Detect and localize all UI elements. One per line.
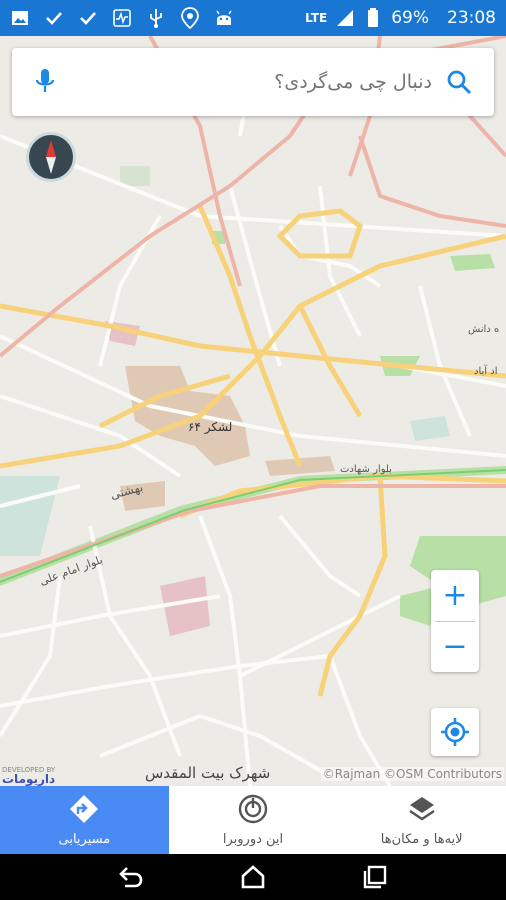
status-bar: LTE 69% 23:08 bbox=[0, 0, 506, 36]
check-icon bbox=[44, 8, 64, 28]
nav-nearby[interactable]: این دوروبرا bbox=[169, 786, 338, 854]
home-icon[interactable] bbox=[240, 864, 266, 890]
nearby-icon bbox=[238, 794, 268, 824]
system-nav-bar bbox=[0, 854, 506, 900]
search-bar[interactable]: دنبال چی می‌گردی؟ bbox=[12, 48, 494, 116]
notification-icons bbox=[10, 7, 305, 29]
mic-icon[interactable] bbox=[34, 68, 56, 96]
compass-button[interactable] bbox=[26, 132, 76, 182]
back-icon[interactable] bbox=[118, 865, 144, 889]
map-label-shahadat: بلوار شهادت bbox=[340, 464, 392, 475]
map-view[interactable]: لشکر ۶۴ بلوار امام علی بهشتی بلوار شهادت… bbox=[0, 36, 506, 786]
search-input[interactable]: دنبال چی می‌گردی؟ bbox=[56, 71, 446, 93]
check-icon bbox=[78, 8, 98, 28]
recents-icon[interactable] bbox=[362, 864, 388, 890]
map-label-lashkar: لشکر ۶۴ bbox=[188, 420, 233, 434]
zoom-controls: + − bbox=[431, 570, 479, 672]
network-type: LTE bbox=[305, 11, 328, 25]
nav-layers-label: لایه‌ها و مکان‌ها bbox=[380, 831, 463, 847]
map-label-abad: اد آباد bbox=[474, 366, 498, 377]
layers-icon bbox=[407, 794, 437, 824]
battery-icon bbox=[363, 8, 383, 28]
activity-icon bbox=[112, 8, 132, 28]
developer-logo: داریومات bbox=[2, 772, 56, 786]
nav-directions-label: مسیریابی bbox=[58, 831, 111, 847]
map-attribution[interactable]: ©Rajman ©OSM Contributors bbox=[320, 767, 504, 781]
clock: 23:08 bbox=[447, 8, 496, 28]
map-label-daneshgah: ه دانش bbox=[468, 324, 500, 335]
image-icon bbox=[10, 8, 30, 28]
zoom-in-button[interactable]: + bbox=[431, 570, 479, 621]
bottom-navigation: مسیریابی این دوروبرا لایه‌ها و مکان‌ها bbox=[0, 786, 506, 854]
my-location-button[interactable] bbox=[431, 708, 479, 756]
android-icon bbox=[214, 8, 234, 28]
search-icon[interactable] bbox=[446, 69, 472, 95]
nav-layers[interactable]: لایه‌ها و مکان‌ها bbox=[337, 786, 506, 854]
location-pin-icon bbox=[180, 7, 200, 29]
battery-percent: 69% bbox=[391, 8, 429, 28]
compass-icon bbox=[41, 140, 61, 174]
directions-icon bbox=[69, 794, 99, 824]
crosshair-icon bbox=[439, 716, 471, 748]
map-canvas bbox=[0, 36, 506, 786]
usb-icon bbox=[146, 8, 166, 28]
map-label-shahrak: شهرک بیت المقدس bbox=[145, 764, 271, 782]
zoom-out-button[interactable]: − bbox=[431, 622, 479, 673]
nav-directions[interactable]: مسیریابی bbox=[0, 786, 169, 854]
system-status: LTE 69% 23:08 bbox=[305, 8, 496, 28]
nav-nearby-label: این دوروبرا bbox=[222, 831, 284, 847]
signal-icon bbox=[335, 8, 355, 28]
